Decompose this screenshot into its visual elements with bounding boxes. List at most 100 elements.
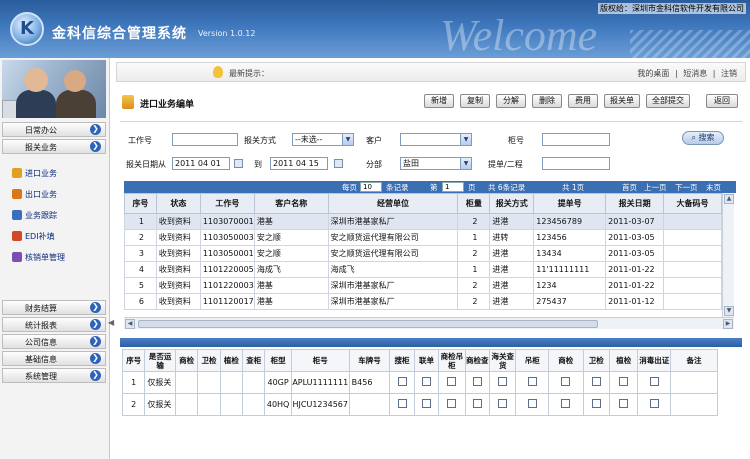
detail-check-cell[interactable]	[515, 371, 549, 394]
column-header[interactable]: 经营单位	[327, 193, 459, 214]
checkbox[interactable]	[498, 399, 508, 408]
scroll-down-icon[interactable]: ▼	[724, 306, 734, 316]
column-header[interactable]: 状态	[155, 193, 201, 214]
detail-check-cell[interactable]	[438, 393, 466, 416]
date-to-input[interactable]: 2011 04 15	[270, 157, 328, 170]
detail-check-cell[interactable]	[582, 393, 611, 416]
sidebar-group-bottom-0[interactable]: 财务结算 ❯	[2, 300, 106, 315]
calendar-icon[interactable]	[234, 159, 243, 168]
chevron-icon[interactable]: ❯	[90, 336, 101, 347]
bill-input[interactable]	[542, 157, 610, 170]
sidebar-item-2[interactable]: 业务跟踪	[12, 210, 57, 224]
first-page-link[interactable]: 首页	[622, 182, 637, 193]
checkbox[interactable]	[397, 377, 407, 386]
sidebar-collapse-icon[interactable]: ◀	[108, 318, 114, 328]
column-header[interactable]: 报关方式	[489, 193, 535, 214]
sidebar-group-bottom-3[interactable]: 基础信息 ❯	[2, 351, 106, 366]
checkbox[interactable]	[561, 399, 571, 408]
chevron-icon[interactable]: ❯	[90, 353, 101, 364]
checkbox[interactable]	[472, 377, 482, 386]
detail-check-cell[interactable]	[547, 393, 584, 416]
detail-check-cell[interactable]	[464, 371, 491, 394]
checkbox[interactable]	[472, 399, 482, 408]
column-header[interactable]: 报关日期	[605, 193, 665, 214]
sidebar-group-bottom-4[interactable]: 系统管理 ❯	[2, 368, 106, 383]
detail-check-cell[interactable]	[637, 371, 672, 394]
next-page-link[interactable]: 下一页	[675, 182, 698, 193]
sidebar-item-4[interactable]: 核销单管理	[12, 252, 65, 266]
add-button[interactable]: 新增	[424, 94, 454, 108]
delete-button[interactable]: 删除	[532, 94, 562, 108]
copy-button[interactable]: 复制	[460, 94, 490, 108]
declare-mode-select[interactable]: --未选-- ▼	[292, 133, 354, 146]
last-page-link[interactable]: 末页	[706, 182, 721, 193]
detail-check-cell[interactable]	[389, 393, 415, 416]
cabinet-input[interactable]	[542, 133, 610, 146]
table-horizontal-scrollbar[interactable]: ◀ ▶	[124, 317, 734, 329]
scroll-right-icon[interactable]: ▶	[723, 319, 733, 329]
checkbox[interactable]	[527, 399, 537, 408]
sidebar-group-bottom-1[interactable]: 统计报表 ❯	[2, 317, 106, 332]
checkbox[interactable]	[619, 399, 629, 408]
detail-check-cell[interactable]	[464, 393, 491, 416]
checkbox[interactable]	[447, 399, 457, 408]
chevron-icon[interactable]: ❯	[90, 302, 101, 313]
detail-check-cell[interactable]	[547, 371, 584, 394]
chevron-icon[interactable]: ❯	[90, 319, 101, 330]
declaration-button[interactable]: 报关单	[604, 94, 640, 108]
scroll-left-icon[interactable]: ◀	[125, 319, 135, 329]
scroll-up-icon[interactable]: ▲	[724, 194, 734, 204]
column-header[interactable]: 提单号	[533, 193, 607, 214]
sidebar-group-0[interactable]: 日常办公 ❯	[2, 122, 106, 137]
prev-page-link[interactable]: 上一页	[644, 182, 667, 193]
checkbox[interactable]	[397, 399, 407, 408]
sidebar-group-1[interactable]: 报关业务 ❯	[2, 139, 106, 154]
back-button[interactable]: 返回	[706, 94, 738, 108]
detail-check-cell[interactable]	[488, 393, 517, 416]
chevron-icon[interactable]: ❯	[90, 370, 101, 381]
checkbox[interactable]	[421, 399, 431, 408]
fee-button[interactable]: 费用	[568, 94, 598, 108]
detail-check-cell[interactable]	[413, 371, 440, 394]
detail-check-cell[interactable]	[582, 371, 611, 394]
search-button[interactable]: ⌕ 搜索	[682, 131, 724, 145]
sidebar-item-3[interactable]: EDI补填	[12, 231, 55, 245]
detail-row[interactable]: 2 仅报关 40HQ HJCU1234567	[121, 393, 718, 416]
calendar-icon[interactable]	[334, 159, 343, 168]
checkbox[interactable]	[421, 377, 431, 386]
detail-row[interactable]: 1 仅报关 40GP APLU1111111 B456	[121, 371, 718, 394]
column-header[interactable]: 序号	[124, 193, 157, 214]
column-header[interactable]: 柜量	[457, 193, 491, 214]
checkbox[interactable]	[649, 399, 659, 408]
work-no-input[interactable]	[172, 133, 238, 146]
chevron-icon[interactable]: ❯	[90, 124, 101, 135]
detail-check-cell[interactable]	[637, 393, 672, 416]
table-row[interactable]: 4 收到资料 1101220005 海成飞 海成飞 1 进港 11'11111111 2011-…	[124, 261, 722, 278]
checkbox[interactable]	[591, 399, 601, 408]
checkbox[interactable]	[561, 377, 571, 386]
sidebar-item-1[interactable]: 出口业务	[12, 189, 57, 203]
column-header[interactable]: 工作号	[199, 193, 255, 214]
per-page-input[interactable]: 10	[360, 182, 382, 192]
checkbox[interactable]	[649, 377, 659, 386]
detail-check-cell[interactable]	[438, 371, 466, 394]
customer-select[interactable]: ▼	[400, 133, 472, 146]
column-header[interactable]: 大备码号	[663, 193, 722, 214]
detail-check-cell[interactable]	[608, 371, 639, 394]
table-vertical-scrollbar[interactable]: ▲ ▼	[722, 193, 734, 317]
table-row[interactable]: 6 收到资料 1101120017 港基 深圳市港基家私厂 2 进港 275437 2011-0…	[124, 293, 722, 310]
chevron-icon[interactable]: ❯	[90, 141, 101, 152]
link-logout[interactable]: 注销	[721, 69, 737, 78]
checkbox[interactable]	[498, 377, 508, 386]
link-my-desktop[interactable]: 我的桌面	[637, 69, 669, 78]
sidebar-group-bottom-2[interactable]: 公司信息 ❯	[2, 334, 106, 349]
sidebar-item-0[interactable]: 进口业务	[12, 168, 57, 182]
table-row[interactable]: 5 收到资料 1101220003 港基 深圳市港基家私厂 2 进港 1234 2011-01-…	[124, 277, 722, 294]
table-row[interactable]: 3 收到资料 1103050001 安之顺 安之顺货运代理有限公司 2 进港 13434 201…	[124, 245, 722, 262]
table-row[interactable]: 2 收到资料 1103050003 安之顺 安之顺货运代理有限公司 1 进转 123456 20…	[124, 229, 722, 246]
checkbox[interactable]	[619, 377, 629, 386]
checkbox[interactable]	[591, 377, 601, 386]
submit-all-button[interactable]: 全部提交	[646, 94, 690, 108]
table-row[interactable]: 1 收到资料 1103070001 港基 深圳市港基家私厂 2 进港 123456789 201…	[124, 213, 722, 230]
split-button[interactable]: 分解	[496, 94, 526, 108]
